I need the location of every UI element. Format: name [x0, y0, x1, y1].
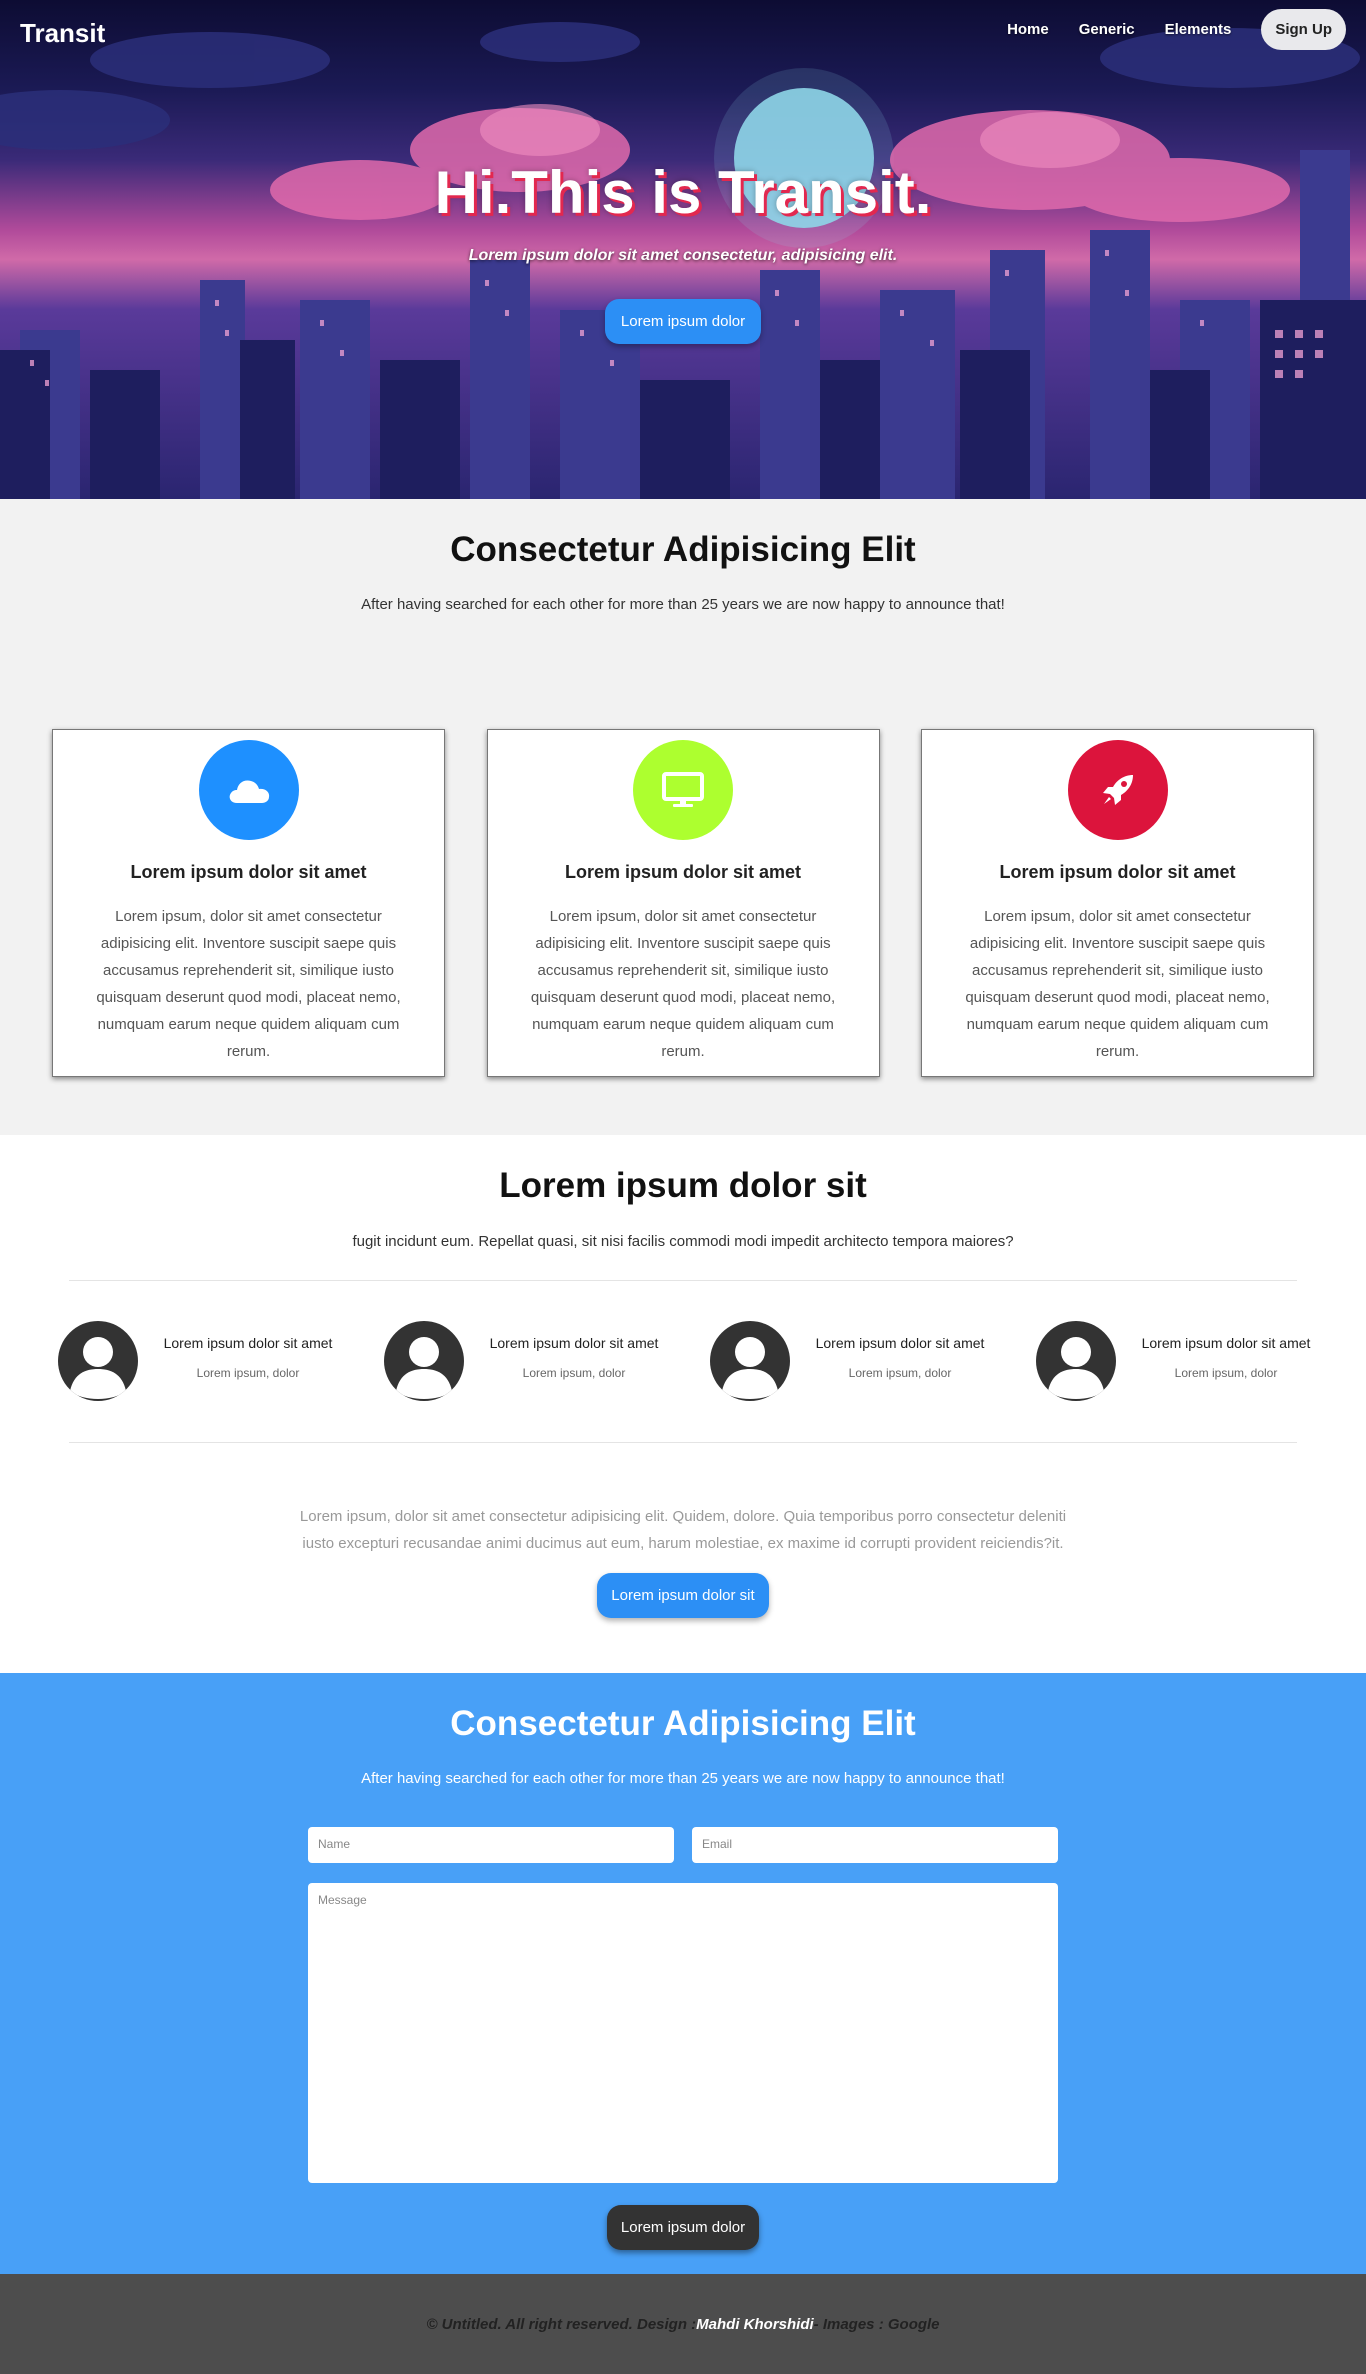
feature-cards: Lorem ipsum dolor sit amet Lorem ipsum, …: [0, 729, 1366, 1077]
user-avatar-icon: [710, 1321, 790, 1401]
card-text: Lorem ipsum, dolor sit amet consectetur …: [965, 908, 1270, 1060]
contact-text: After having searched for each other for…: [361, 1770, 1005, 1787]
nav-links: Home Generic Elements Sign Up: [1007, 9, 1346, 50]
contact-title: Consectetur Adipisicing Elit: [450, 1704, 916, 1743]
team-member: Lorem ipsum dolor sit amet Lorem ipsum, …: [384, 1321, 710, 1442]
features-title: Consectetur Adipisicing Elit: [450, 530, 916, 569]
form-row: Name Email: [308, 1827, 1058, 1863]
team-text: fugit incidunt eum. Repellat quasi, sit …: [352, 1233, 1014, 1250]
footer-author-link[interactable]: Mahdi Khorshidi: [696, 2316, 814, 2333]
member-info: Lorem ipsum dolor sit amet Lorem ipsum, …: [484, 1335, 664, 1380]
member-role: Lorem ipsum, dolor: [196, 1366, 300, 1380]
contact-form: Name Email Message Lorem ipsum dolor: [308, 1827, 1058, 2250]
member-name: Lorem ipsum dolor sit amet: [163, 1335, 333, 1351]
footer-credits: - Images : Google: [813, 2315, 940, 2333]
contact-section: Consectetur Adipisicing Elit After havin…: [0, 1673, 1366, 2274]
feature-card: Lorem ipsum dolor sit amet Lorem ipsum, …: [486, 729, 880, 1077]
team-member: Lorem ipsum dolor sit amet Lorem ipsum, …: [710, 1321, 1036, 1442]
card-text: Lorem ipsum, dolor sit amet consectetur …: [530, 908, 836, 1060]
user-avatar-icon: [58, 1321, 138, 1401]
footer: © Untitled. All right reserved. Design :…: [0, 2274, 1366, 2374]
member-name: Lorem ipsum dolor sit amet: [1141, 1335, 1311, 1351]
member-name: Lorem ipsum dolor sit amet: [815, 1335, 985, 1351]
member-name: Lorem ipsum dolor sit amet: [489, 1335, 659, 1351]
team-title: Lorem ipsum dolor sit: [499, 1166, 867, 1205]
brand-logo[interactable]: Transit: [20, 18, 105, 49]
footer-copyright: © Untitled. All right reserved. Design :: [426, 2315, 697, 2333]
divider: [69, 1442, 1297, 1443]
hero-subtitle: Lorem ipsum dolor sit amet consectetur, …: [468, 247, 898, 264]
hero-title: Hi.This is Transit.: [434, 159, 932, 226]
email-field[interactable]: Email: [692, 1827, 1058, 1863]
user-avatar-icon: [1036, 1321, 1116, 1401]
user-avatar-icon: [384, 1321, 464, 1401]
hero-cta-button[interactable]: Lorem ipsum dolor: [604, 299, 762, 344]
nav-link-home[interactable]: Home: [1007, 21, 1049, 38]
hero-content: Hi.This is Transit. Lorem ipsum dolor si…: [0, 158, 1366, 344]
monitor-icon: [633, 740, 733, 840]
member-role: Lorem ipsum, dolor: [1174, 1366, 1278, 1380]
signup-button[interactable]: Sign Up: [1261, 9, 1346, 50]
feature-card: Lorem ipsum dolor sit amet Lorem ipsum, …: [52, 729, 445, 1077]
member-info: Lorem ipsum dolor sit amet Lorem ipsum, …: [158, 1335, 338, 1380]
team-members: Lorem ipsum dolor sit amet Lorem ipsum, …: [0, 1281, 1366, 1442]
team-cta-button[interactable]: Lorem ipsum dolor sit: [597, 1573, 769, 1618]
team-section: Lorem ipsum dolor sit fugit incidunt eum…: [0, 1135, 1366, 1673]
nav-link-elements[interactable]: Elements: [1165, 21, 1232, 38]
features-text: After having searched for each other for…: [361, 596, 1005, 613]
message-textarea[interactable]: Message: [308, 1883, 1058, 2183]
team-member: Lorem ipsum dolor sit amet Lorem ipsum, …: [58, 1321, 384, 1442]
name-field[interactable]: Name: [308, 1827, 674, 1863]
feature-card: Lorem ipsum dolor sit amet Lorem ipsum, …: [921, 729, 1314, 1077]
card-title: Lorem ipsum dolor sit amet: [999, 862, 1236, 882]
member-role: Lorem ipsum, dolor: [848, 1366, 952, 1380]
submit-button[interactable]: Lorem ipsum dolor: [606, 2205, 760, 2250]
team-paragraph: Lorem ipsum, dolor sit amet consectetur …: [299, 1508, 1067, 1552]
rocket-icon: [1067, 740, 1168, 840]
card-text: Lorem ipsum, dolor sit amet consectetur …: [96, 908, 401, 1060]
hero-banner: Transit Home Generic Elements Sign Up Hi…: [0, 0, 1366, 499]
card-title: Lorem ipsum dolor sit amet: [130, 862, 367, 882]
top-navbar: Transit Home Generic Elements Sign Up: [0, 0, 1366, 58]
features-section: Consectetur Adipisicing Elit After havin…: [0, 499, 1366, 1135]
member-info: Lorem ipsum dolor sit amet Lorem ipsum, …: [1136, 1335, 1316, 1380]
member-info: Lorem ipsum dolor sit amet Lorem ipsum, …: [810, 1335, 990, 1380]
cloud-icon: [198, 740, 299, 840]
card-title: Lorem ipsum dolor sit amet: [564, 862, 802, 882]
nav-link-generic[interactable]: Generic: [1079, 21, 1135, 38]
member-role: Lorem ipsum, dolor: [522, 1366, 626, 1380]
team-member: Lorem ipsum dolor sit amet Lorem ipsum, …: [1036, 1321, 1362, 1442]
